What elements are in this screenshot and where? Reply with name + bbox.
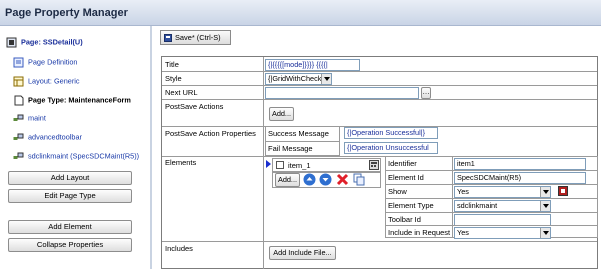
- postsave-properties-label: PostSave Action Properties: [165, 129, 256, 138]
- tree-item-label: Page Type: MaintenanceForm: [28, 95, 131, 105]
- save-button-label: Save* (Ctrl-S): [175, 33, 221, 42]
- condition-icon[interactable]: [558, 186, 568, 196]
- chevron-down-icon: [540, 201, 550, 211]
- next-url-label: Next URL: [165, 88, 198, 97]
- tree-item-label: advancedtoolbar: [28, 132, 82, 142]
- row-separator: [385, 184, 598, 185]
- save-button[interactable]: Save* (Ctrl-S): [160, 30, 231, 45]
- chevron-down-icon: [540, 187, 550, 197]
- component-icon: [13, 132, 24, 143]
- selected-arrow-icon: [266, 160, 271, 168]
- elements-label: Elements: [165, 158, 197, 167]
- add-element-inline-button[interactable]: Add...: [275, 173, 300, 187]
- tree-item-maint[interactable]: maint: [13, 113, 46, 127]
- include-in-request-select[interactable]: Yes: [454, 227, 551, 239]
- row-separator: [265, 141, 340, 142]
- show-label: Show: [388, 187, 407, 196]
- tree-item-sdclinkmaint[interactable]: sdclinkmaint (SpecSDCMaint(R5)): [13, 151, 139, 165]
- move-down-icon[interactable]: [319, 173, 332, 186]
- layout-icon: [13, 76, 24, 87]
- tree-item-label: maint: [28, 113, 46, 123]
- document-icon: [13, 57, 24, 68]
- element-id-label: Element Id: [388, 173, 424, 182]
- title-input[interactable]: {|{{{{[mode]}}}} {{{{|: [265, 59, 360, 71]
- element-checkbox[interactable]: [276, 161, 284, 169]
- fail-message-label: Fail Message: [268, 144, 313, 153]
- component-icon: [13, 151, 24, 162]
- success-message-input[interactable]: {|Operation Successful|}: [344, 127, 438, 139]
- fail-message-input[interactable]: {|Operation Unsuccessful: [344, 142, 438, 154]
- collapse-properties-button[interactable]: Collapse Properties: [8, 238, 132, 252]
- identifier-label: Identifier: [388, 159, 417, 168]
- postsave-actions-label: PostSave Actions: [165, 102, 224, 111]
- include-in-request-label: Include in Request: [388, 228, 451, 237]
- chevron-down-icon: [321, 74, 331, 84]
- element-type-select[interactable]: sdclinkmaint: [454, 200, 551, 212]
- tree-item-advancedtoolbar[interactable]: advancedtoolbar: [13, 132, 82, 146]
- row-separator: [162, 85, 597, 86]
- style-label: Style: [165, 74, 182, 83]
- title-bar: Page Property Manager: [0, 0, 601, 26]
- next-url-input[interactable]: [265, 87, 419, 99]
- element-item-label: item_1: [288, 161, 311, 170]
- show-select[interactable]: Yes: [454, 186, 551, 198]
- calculator-icon[interactable]: [369, 160, 379, 170]
- includes-label: Includes: [165, 244, 193, 253]
- row-separator: [385, 225, 598, 226]
- grid-divider: [263, 57, 264, 269]
- save-disk-icon: [164, 34, 172, 42]
- page-icon: [6, 37, 17, 48]
- tree-root[interactable]: Page: SSDetail(U): [6, 37, 83, 51]
- document-icon: [13, 95, 24, 106]
- delete-icon[interactable]: [336, 173, 349, 186]
- tree-root-label: Page: SSDetail(U): [21, 37, 83, 47]
- element-type-label: Element Type: [388, 201, 434, 210]
- tree-item-layout[interactable]: Layout: Generic: [13, 76, 80, 90]
- row-separator: [162, 99, 597, 100]
- browse-button[interactable]: …: [421, 87, 431, 99]
- tree-item-page-type[interactable]: Page Type: MaintenanceForm: [13, 95, 131, 109]
- tree-item-label: Layout: Generic: [28, 76, 80, 86]
- include-select-value: Yes: [457, 228, 469, 237]
- component-icon: [13, 113, 24, 124]
- toolbar-id-label: Toolbar Id: [388, 215, 421, 224]
- style-select[interactable]: {|GridWithCheckBox|: [265, 73, 332, 85]
- row-separator: [385, 212, 598, 213]
- row-separator: [162, 71, 597, 72]
- chevron-down-icon: [540, 228, 550, 238]
- add-include-file-button[interactable]: Add Include File...: [269, 246, 336, 260]
- toolbar: Save* (Ctrl-S): [157, 28, 601, 48]
- add-layout-button[interactable]: Add Layout: [8, 171, 132, 185]
- identifier-input[interactable]: item1: [454, 158, 586, 170]
- row-separator: [385, 198, 598, 199]
- properties-grid: Title {|{{{{[mode]}}}} {{{{| Style {|Gri…: [161, 56, 598, 269]
- element-id-input[interactable]: SpecSDCMaint(R5): [454, 172, 586, 184]
- element-type-select-value: sdclinkmaint: [457, 201, 498, 210]
- tree-item-label: sdclinkmaint (SpecSDCMaint(R5)): [28, 151, 140, 161]
- add-element-button[interactable]: Add Element: [8, 220, 132, 234]
- edit-page-type-button[interactable]: Edit Page Type: [8, 189, 132, 203]
- page-title: Page Property Manager: [5, 7, 128, 19]
- row-separator: [162, 241, 597, 242]
- row-separator: [385, 170, 598, 171]
- copy-icon[interactable]: [353, 173, 366, 186]
- move-up-icon[interactable]: [303, 173, 316, 186]
- left-panel: Page: SSDetail(U) Page Definition Layout…: [0, 26, 152, 269]
- title-label: Title: [165, 60, 179, 69]
- tree-item-label: Page Definition: [28, 57, 78, 67]
- add-postsave-action-button[interactable]: Add...: [269, 107, 294, 121]
- tree-item-page-definition[interactable]: Page Definition: [13, 57, 78, 71]
- success-message-label: Success Message: [268, 129, 329, 138]
- show-select-value: Yes: [457, 187, 469, 196]
